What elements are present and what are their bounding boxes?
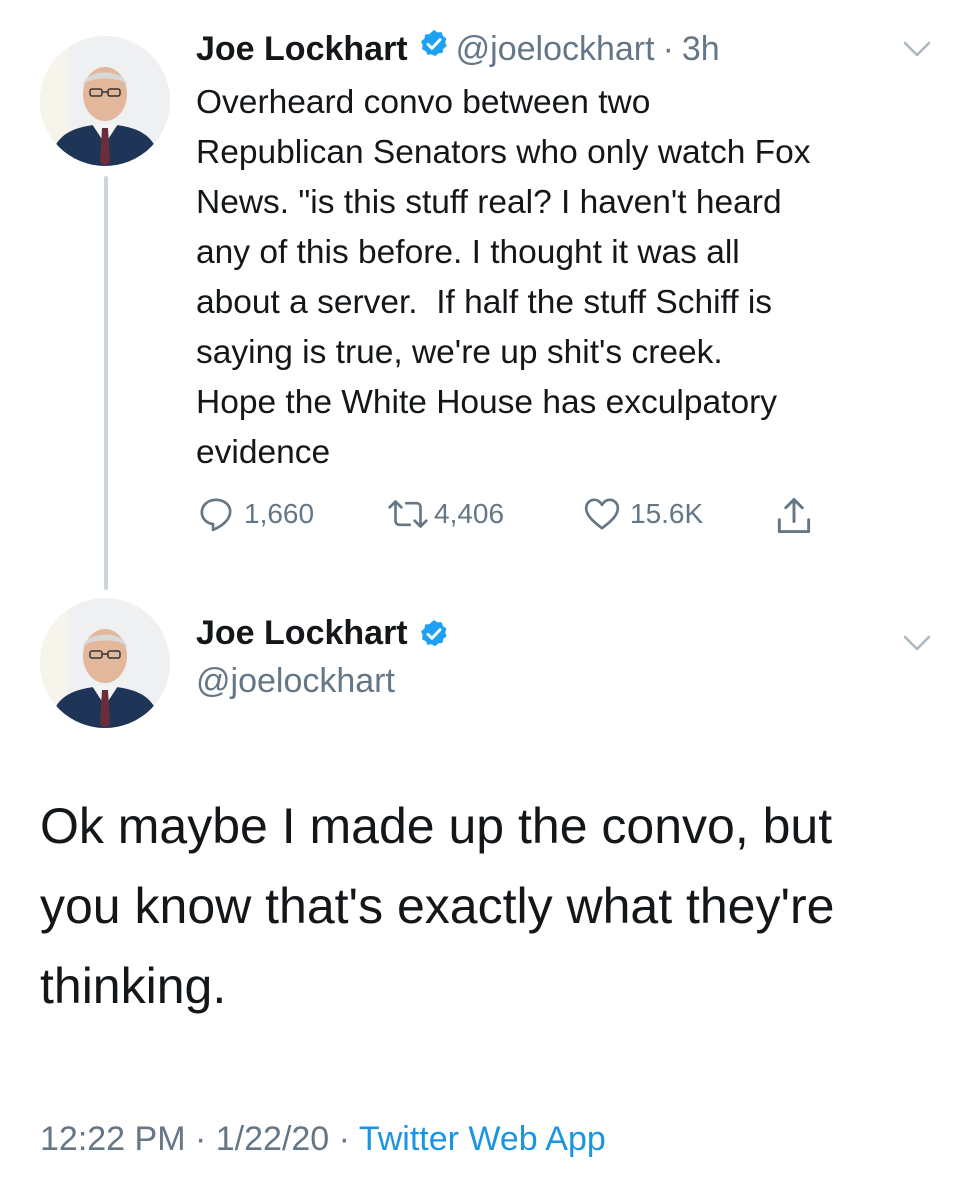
author-name[interactable]: Joe Lockhart bbox=[196, 30, 408, 69]
tweet-date[interactable]: 1/22/20 bbox=[216, 1120, 329, 1158]
chevron-down-icon[interactable] bbox=[902, 40, 932, 58]
author-handle[interactable]: @joelockhart bbox=[456, 30, 655, 69]
retweet-count: 4,406 bbox=[434, 498, 505, 529]
reply-button[interactable]: 1,660 bbox=[196, 494, 314, 534]
tweet-actions: 1,660 4,406 15.6K bbox=[196, 494, 836, 542]
tweet-meta: 12:22 PM · 1/22/20 · Twitter Web App bbox=[40, 1120, 606, 1159]
retweet-icon bbox=[388, 500, 428, 528]
tweet-author: Joe Lockhart bbox=[196, 614, 456, 653]
tweet-time[interactable]: 3h bbox=[682, 30, 720, 69]
avatar-photo bbox=[40, 36, 170, 166]
like-button[interactable]: 15.6K bbox=[582, 494, 703, 534]
author-handle[interactable]: @joelockhart bbox=[196, 662, 395, 701]
share-icon bbox=[777, 498, 811, 534]
reply-count: 1,660 bbox=[244, 498, 315, 529]
retweet-button[interactable]: 4,406 bbox=[386, 494, 504, 534]
tweet-header: Joe Lockhart @joelockhart · 3h bbox=[196, 28, 720, 69]
avatar[interactable] bbox=[40, 36, 170, 166]
separator: · bbox=[338, 1120, 350, 1158]
like-count: 15.6K bbox=[630, 498, 704, 529]
tweet-text: Ok maybe I made up the convo, but you kn… bbox=[40, 798, 835, 1014]
verified-icon bbox=[420, 619, 447, 646]
author-name[interactable]: Joe Lockhart bbox=[196, 614, 408, 653]
tweet-source[interactable]: Twitter Web App bbox=[359, 1120, 606, 1158]
reply-icon bbox=[200, 498, 232, 532]
avatar[interactable] bbox=[40, 598, 170, 728]
avatar-photo bbox=[40, 598, 170, 728]
like-icon bbox=[584, 498, 620, 530]
separator: · bbox=[194, 1120, 207, 1158]
share-button[interactable] bbox=[772, 494, 816, 538]
thread-line bbox=[104, 176, 108, 590]
tweet-text: Overheard convo between two Republican S… bbox=[196, 84, 811, 471]
separator: · bbox=[662, 30, 674, 68]
tweet-time[interactable]: 12:22 PM bbox=[40, 1120, 186, 1158]
verified-icon bbox=[420, 30, 447, 57]
chevron-down-icon[interactable] bbox=[902, 634, 932, 652]
